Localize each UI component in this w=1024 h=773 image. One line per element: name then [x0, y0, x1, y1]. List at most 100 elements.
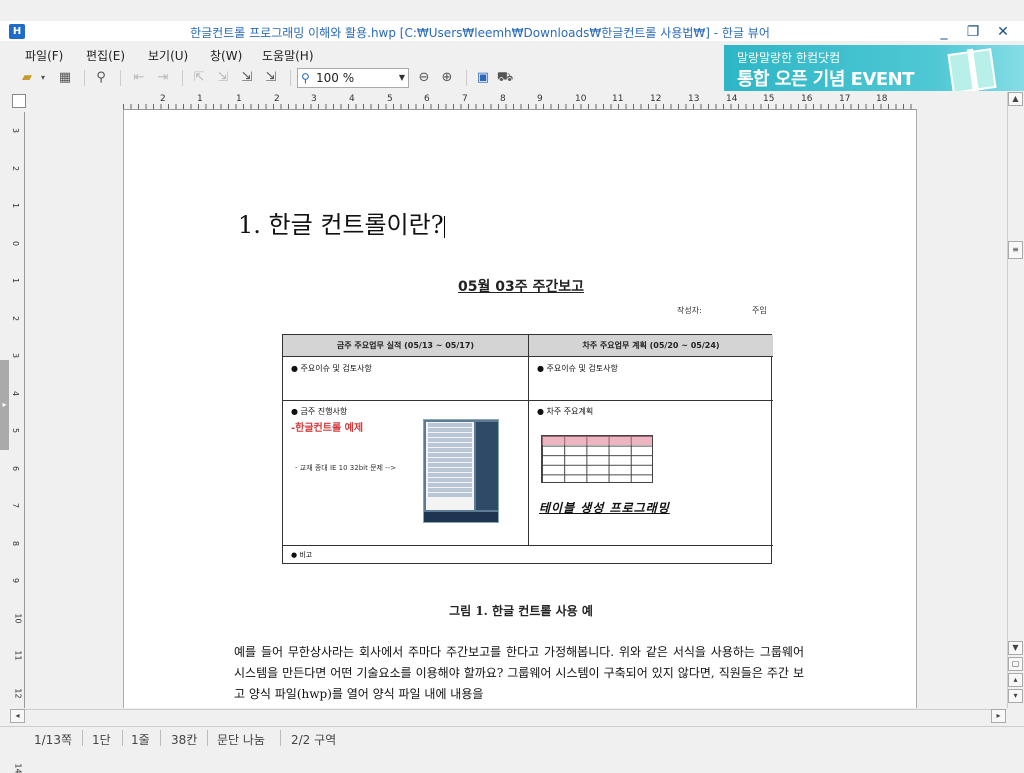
ruler-label: 13 [688, 94, 700, 104]
print-icon[interactable]: ▦ [56, 69, 74, 87]
undo-icon[interactable]: ⇤ [130, 69, 148, 87]
status-line: 1줄 [131, 733, 150, 747]
body-paragraph: 예를 들어 무한상사라는 회사에서 주마다 주간보고를 한다고 가정해봅니다. … [234, 645, 804, 701]
menu-bar: 파일(F) 편집(E) 보기(U) 창(W) 도움말(H) [0, 42, 720, 66]
zoom-select[interactable]: ⚲ 100 % ▼ [297, 68, 409, 88]
next-page-icon[interactable]: ⇲ [238, 69, 256, 87]
ruler-label: 6 [11, 465, 21, 471]
menu-file[interactable]: 파일(F) [25, 47, 63, 64]
cart-icon[interactable]: ⛟ [496, 69, 514, 87]
ruler-label: 18 [876, 94, 888, 104]
hancom-icon[interactable]: ▣ [474, 69, 492, 87]
page-select-button[interactable]: ▢ [1008, 657, 1023, 671]
status-bar: 1/13쪽 1단 1줄 38칸 문단 나눔 2/2 구역 [0, 726, 1024, 748]
status-page: 1/13쪽 [34, 733, 72, 747]
vertical-ruler[interactable]: 32101234567891011121314 [10, 112, 25, 773]
window-title: 한글컨트롤 프로그래밍 이해와 활용.hwp [C:₩Users₩leemh₩D… [190, 26, 770, 40]
first-page-icon[interactable]: ⇱ [190, 69, 208, 87]
ruler-label: 1 [11, 277, 21, 284]
find-icon[interactable]: ⚲ [92, 69, 110, 87]
restore-button[interactable]: ❐ [962, 23, 984, 41]
ruler-label: 11 [13, 650, 23, 661]
ruler-label: 17 [839, 94, 851, 104]
report-note: - 교재 종대 IE 10 32bit 문제 --> [295, 464, 397, 472]
ruler-label: 16 [801, 94, 813, 104]
last-page-icon[interactable]: ⇲ [262, 69, 280, 87]
ruler-label: 15 [763, 94, 775, 104]
scroll-up-button[interactable]: ▲ [1008, 92, 1023, 106]
report-row1-col1: ● 주요이슈 및 검토사항 [291, 364, 372, 373]
menu-edit[interactable]: 편집(E) [86, 47, 125, 64]
scroll-down-button[interactable]: ▼ [1008, 641, 1023, 655]
zoom-value: 100 % [316, 71, 355, 85]
status-char: 38칸 [171, 733, 198, 747]
zoom-out-icon[interactable]: ⊖ [415, 69, 433, 87]
document-page[interactable]: 1. 한글 컨트롤이란? 05월 03주 주간보고 작성자: 주임 금주 주요업… [123, 110, 917, 708]
ruler-label: 2 [160, 94, 166, 104]
ruler-corner[interactable] [12, 94, 26, 108]
status-section: 2/2 구역 [291, 733, 337, 747]
horizontal-ruler[interactable]: 2 1 1 2 3 4 5 6 7 8 9 10 11 12 13 14 15 16 17 18 [123, 93, 917, 110]
ruler-label: 8 [11, 540, 21, 546]
ruler-label: 10 [575, 94, 587, 104]
report-author-label: 작성자: [677, 306, 702, 315]
open-folder-icon[interactable]: ▰ [18, 69, 36, 87]
report-table: 금주 주요업무 실적 (05/13 ~ 05/17) 차주 주요업무 계획 (0… [282, 334, 773, 564]
report-col2-header: 차주 주요업무 계획 (05/20 ~ 05/24) [529, 335, 773, 357]
menu-window[interactable]: 창(W) [210, 47, 242, 64]
report-red-note: -한글컨트롤 예제 [291, 423, 364, 434]
zoom-in-icon[interactable]: ⊕ [438, 69, 456, 87]
next-page-button[interactable]: ▾ [1008, 689, 1023, 703]
scroll-left-button[interactable]: ◂ [10, 709, 25, 723]
ruler-label: 5 [387, 94, 393, 104]
report-title: 05월 03주 주간보고 [458, 279, 584, 295]
horizontal-scrollbar[interactable] [10, 709, 1007, 724]
ruler-label: 3 [11, 127, 21, 134]
status-break: 문단 나눔 [217, 733, 265, 747]
chevron-down-icon: ▼ [398, 73, 405, 82]
title-bar: H 한글컨트롤 프로그래밍 이해와 활용.hwp [C:₩Users₩leemh… [0, 21, 1024, 41]
ruler-label: 9 [537, 94, 543, 104]
close-button[interactable]: ✕ [992, 23, 1014, 41]
ruler-label: 7 [11, 502, 21, 509]
ruler-label: 5 [11, 427, 21, 434]
event-banner[interactable]: 말랑말랑한 한컴닷컴 통합 오픈 기념 EVENT [724, 45, 1024, 91]
embedded-table-image [541, 435, 653, 483]
report-row2-col2: ● 차주 주요계획 [537, 407, 594, 416]
report-row2-col1: ● 금주 진행사항 [291, 407, 348, 416]
ruler-label: 10 [13, 612, 23, 624]
page-heading: 1. 한글 컨트롤이란? [238, 211, 445, 239]
ruler-label: 0 [11, 240, 21, 246]
vertical-scrollbar[interactable] [1007, 92, 1024, 708]
menu-view[interactable]: 보기(U) [148, 47, 188, 64]
minimize-button[interactable]: _ [933, 23, 955, 41]
banner-line2: 통합 오픈 기념 EVENT [737, 69, 915, 90]
handwritten-note: 테이블 생성 프로그래밍 [539, 501, 670, 515]
ruler-label: 1 [236, 94, 242, 104]
ruler-label: 2 [11, 315, 21, 321]
ruler-label: 3 [11, 352, 21, 359]
side-panel-toggle[interactable]: ▸ [0, 360, 9, 450]
ruler-label: 12 [13, 687, 23, 699]
ruler-label: 7 [462, 94, 468, 104]
prev-page-button[interactable]: ▴ [1008, 673, 1023, 687]
figure-caption: 그림 1. 한글 컨트롤 사용 예 [449, 604, 593, 618]
report-col1-header: 금주 주요업무 실적 (05/13 ~ 05/17) [283, 335, 528, 357]
embedded-screenshot-image [423, 419, 499, 523]
ruler-label: 6 [424, 94, 430, 104]
ruler-label: 9 [11, 577, 21, 584]
report-remarks: ● 비고 [291, 551, 313, 559]
ruler-label: 2 [11, 165, 21, 171]
chevron-down-icon[interactable]: ▾ [38, 69, 48, 87]
prev-page-icon[interactable]: ⇲ [214, 69, 232, 87]
ruler-label: 1 [11, 202, 21, 209]
magnifier-icon: ⚲ [301, 71, 310, 85]
redo-icon[interactable]: ⇥ [154, 69, 172, 87]
scroll-right-button[interactable]: ▸ [991, 709, 1006, 723]
ruler-label: 8 [500, 94, 506, 104]
report-author-value: 주임 [752, 306, 767, 315]
ruler-label: 12 [650, 94, 662, 104]
menu-help[interactable]: 도움말(H) [262, 47, 314, 64]
ruler-label: 4 [349, 94, 355, 104]
scroll-thumb[interactable]: ≡ [1008, 241, 1023, 259]
